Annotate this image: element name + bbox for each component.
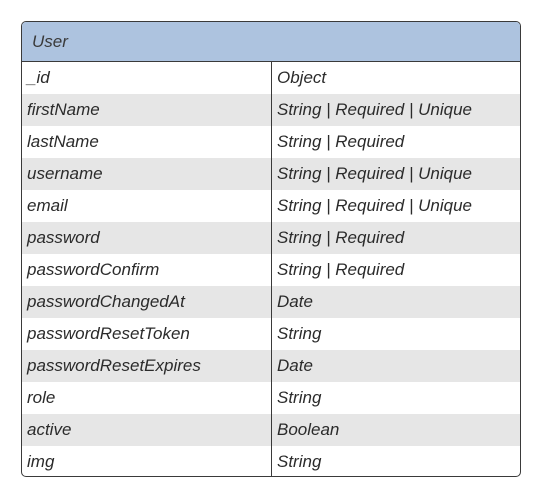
field-name: _id	[27, 68, 50, 87]
field-type: String | Required	[277, 132, 405, 151]
field-type: String | Required | Unique	[277, 100, 472, 119]
field-name: img	[27, 452, 55, 471]
field-list: _id Object firstName String | Required |…	[22, 62, 520, 476]
field-name: passwordChangedAt	[27, 292, 185, 311]
user-entity-box: User _id Object firstName String | Requi…	[21, 21, 521, 477]
field-type: String	[277, 452, 322, 471]
field-name: username	[27, 164, 103, 183]
field-name: passwordResetExpires	[27, 356, 201, 375]
field-type: String | Required	[277, 228, 405, 247]
column-divider	[271, 62, 272, 476]
field-type: String | Required | Unique	[277, 164, 472, 183]
field-type: Date	[277, 292, 313, 311]
entity-header: User	[22, 22, 520, 62]
field-name: passwordResetToken	[27, 324, 190, 343]
field-type: String	[277, 324, 322, 343]
field-type: Date	[277, 356, 313, 375]
field-name: password	[27, 228, 100, 247]
field-name: lastName	[27, 132, 99, 151]
field-name: firstName	[27, 100, 100, 119]
field-type: String	[277, 388, 322, 407]
field-type: String | Required	[277, 260, 405, 279]
field-name: email	[27, 196, 68, 215]
field-type: Object	[277, 68, 327, 87]
field-name: role	[27, 388, 56, 407]
field-name: passwordConfirm	[27, 260, 160, 279]
entity-title: User	[32, 31, 68, 51]
field-name: active	[27, 420, 72, 439]
field-type: Boolean	[277, 420, 340, 439]
field-type: String | Required | Unique	[277, 196, 472, 215]
